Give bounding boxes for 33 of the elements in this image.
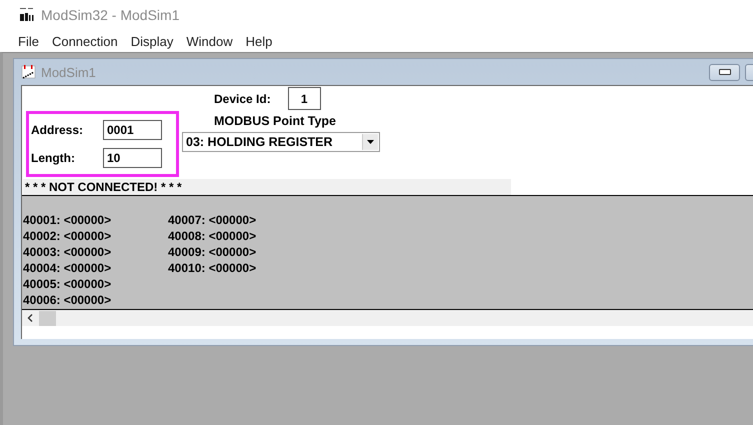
point-type-label: MODBUS Point Type — [214, 114, 337, 128]
register-value: 40008: <00000> — [168, 228, 258, 244]
register-value: 40007: <00000> — [168, 212, 258, 228]
dropdown-arrow-icon — [367, 140, 374, 144]
menu-item[interactable]: Window — [186, 34, 233, 48]
register-value: 40010: <00000> — [168, 260, 258, 276]
address-field[interactable]: 0001 — [103, 120, 162, 140]
register-value: 40006: <00000> — [23, 292, 112, 308]
device-id-label: Device Id: — [214, 92, 271, 106]
register-value: 40004: <00000> — [23, 260, 112, 276]
window-title: ModSim32 - ModSim1 — [41, 7, 180, 23]
point-type-dropdown[interactable]: 03: HOLDING REGISTER — [182, 132, 380, 152]
scrollbar-thumb[interactable] — [39, 310, 56, 326]
menu-item[interactable]: Display — [130, 34, 174, 48]
menu-item[interactable]: Help — [246, 34, 272, 48]
register-value: 40005: <00000> — [23, 276, 112, 292]
app-icon — [19, 7, 35, 23]
device-id-field[interactable]: 1 — [288, 87, 321, 110]
length-field[interactable]: 10 — [103, 148, 162, 168]
address-label: Address: — [31, 123, 84, 137]
scroll-left-icon[interactable] — [27, 314, 33, 322]
connection-status: * * * NOT CONNECTED! * * * — [23, 179, 511, 195]
menu-item[interactable]: File — [18, 34, 39, 48]
register-value: 40009: <00000> — [168, 244, 258, 260]
register-value: 40001: <00000> — [23, 212, 112, 228]
menu-item[interactable]: Connection — [52, 34, 118, 48]
register-value: 40003: <00000> — [23, 244, 112, 260]
document-icon — [21, 64, 37, 80]
register-value: 40002: <00000> — [23, 228, 112, 244]
child-window-title: ModSim1 — [41, 64, 96, 80]
minimize-button[interactable] — [709, 64, 740, 80]
length-label: Length: — [31, 151, 76, 165]
horizontal-scrollbar[interactable] — [22, 310, 753, 326]
